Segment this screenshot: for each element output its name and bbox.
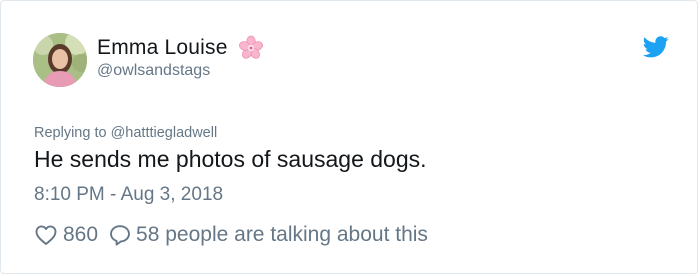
- tweet-actions: 860 58 people are talking about this: [34, 220, 428, 250]
- reply-mention-link[interactable]: @hatttiegladwell: [111, 125, 218, 141]
- like-count[interactable]: 860: [63, 223, 98, 247]
- twitter-bird-icon[interactable]: [643, 36, 669, 58]
- display-name[interactable]: Emma Louise: [97, 36, 228, 60]
- comment-icon[interactable]: [108, 223, 132, 247]
- profile-photo: [33, 33, 87, 87]
- tweet-text: He sends me photos of sausage dogs.: [34, 146, 427, 172]
- tweet-timestamp[interactable]: 8:10 PM - Aug 3, 2018: [34, 184, 223, 206]
- tweet-card: Emma Louise @owlsandstags Replying to @h…: [0, 0, 698, 274]
- reply-prefix: Replying to: [34, 125, 107, 141]
- author-name-row[interactable]: Emma Louise: [97, 34, 264, 62]
- heart-icon[interactable]: [34, 223, 58, 247]
- reply-context: Replying to @hatttiegladwell: [34, 125, 217, 141]
- avatar[interactable]: [33, 33, 87, 87]
- conversation-link[interactable]: 58 people are talking about this: [136, 223, 428, 247]
- author-handle[interactable]: @owlsandstags: [97, 62, 210, 80]
- cherry-blossom-icon: [238, 35, 263, 59]
